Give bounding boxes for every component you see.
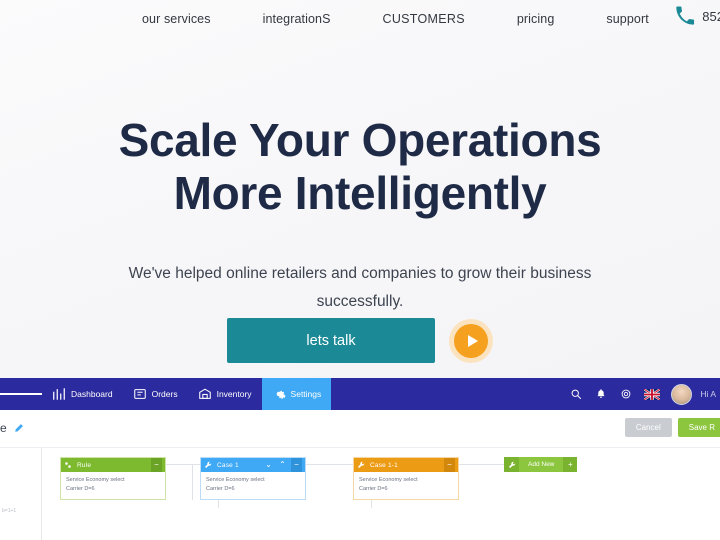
page-title: Scale Your Operations More Intelligently: [0, 114, 720, 220]
nav-item-integrations[interactable]: integrationS: [263, 12, 331, 26]
bar-chart-icon: [52, 387, 66, 401]
connector-case1-to-case11: [305, 464, 353, 465]
add-new-label: Add New: [528, 461, 555, 468]
flow-node-body: Service Economy select Carrier D=6: [201, 472, 305, 499]
flow-node-body-line1: Service Economy select: [359, 477, 418, 483]
hero-cta-row: lets talk: [0, 318, 720, 363]
nav-item-customers[interactable]: CUSTOMERS: [383, 12, 465, 26]
flow-node-case-1-1[interactable]: Case 1-1 − Service Economy select Carrie…: [353, 457, 459, 500]
flow-node-body-line2: Carrier D=6: [206, 486, 235, 492]
flow-node-title: Rule: [77, 461, 92, 469]
flow-node-body: Service Economy select Carrier D=6: [354, 472, 458, 499]
app-toolbar: Dashboard Orders Inventory Settings Hi A: [0, 378, 720, 410]
toolbar-label-dashboard: Dashboard: [71, 389, 113, 399]
avatar[interactable]: [671, 383, 693, 405]
nav-item-our-services[interactable]: our services: [142, 12, 211, 26]
flow-node-title: Case 1-1: [370, 461, 398, 469]
toolbar-item-settings[interactable]: Settings: [261, 378, 332, 410]
flow-node-header: Rule −: [61, 458, 165, 472]
add-new-button[interactable]: Add New +: [504, 457, 578, 472]
flow-node-body-line2: Carrier D=6: [359, 486, 388, 492]
rule-name-text: me: [0, 421, 7, 435]
play-video-button[interactable]: [449, 318, 493, 363]
hamburger-bar: [14, 393, 28, 395]
flow-node-title: Case 1: [217, 461, 239, 469]
page-root: our services integrationS CUSTOMERS pric…: [0, 0, 720, 540]
cancel-button[interactable]: Cancel: [624, 418, 672, 437]
hero-subtitle: We've helped online retailers and compan…: [128, 265, 592, 310]
toolbar-item-dashboard[interactable]: Dashboard: [42, 378, 123, 410]
rule-icon: [64, 461, 72, 469]
flow-node-case-1[interactable]: Case 1 ⌄ ⌃ − Service Economy select Carr…: [200, 457, 306, 500]
warehouse-icon: [198, 387, 212, 401]
lets-talk-button[interactable]: lets talk: [227, 318, 435, 363]
add-new-plus-icon[interactable]: +: [563, 457, 578, 472]
hero-title-line-1: Scale Your Operations: [118, 114, 602, 166]
connector-case11-to-addnew: [458, 464, 504, 465]
node-minus-button[interactable]: −: [291, 458, 302, 472]
toolbar-label-inventory: Inventory: [216, 389, 252, 399]
toolbar-label-orders: Orders: [151, 389, 178, 399]
site-top-navigation: our services integrationS CUSTOMERS pric…: [0, 0, 720, 37]
search-icon[interactable]: [569, 387, 583, 401]
hamburger-bar: [0, 393, 14, 395]
uk-flag-icon[interactable]: [644, 388, 661, 400]
flow-node-body-line1: Service Economy select: [206, 477, 265, 483]
rule-flow-canvas: b=1+1 Rule − Service Economy select Carr…: [0, 448, 720, 540]
hamburger-bar: [28, 393, 42, 395]
flow-node-body: Service Economy select Carrier D=6: [61, 472, 165, 499]
flow-node-header: Case 1 ⌄ ⌃ −: [201, 458, 305, 472]
canvas-divider: [41, 448, 42, 540]
toolbar-item-inventory[interactable]: Inventory: [188, 378, 262, 410]
subbar-actions: Cancel Save R: [624, 418, 720, 437]
gear-icon: [272, 387, 286, 401]
flow-node-body-line2: Carrier D=6: [66, 486, 95, 492]
save-rule-button[interactable]: Save R: [677, 418, 720, 437]
node-chevron-up-icon[interactable]: ⌃: [277, 458, 288, 472]
flow-node-body-line1: Service Economy select: [66, 477, 125, 483]
flow-node-header: Case 1-1 −: [354, 458, 458, 472]
hamburger-icon[interactable]: [0, 378, 42, 410]
connector-rule-to-case1: [166, 464, 200, 465]
phone-number: 852: [702, 8, 720, 24]
canvas-tiny-label: b=1+1: [2, 508, 17, 514]
nav-item-support[interactable]: support: [606, 12, 648, 26]
play-circle: [454, 323, 488, 358]
play-icon: [467, 334, 478, 347]
toolbar-item-orders[interactable]: Orders: [123, 378, 188, 410]
user-greeting: Hi A: [700, 389, 716, 399]
wrench-icon: [204, 461, 212, 469]
wrench-icon: [504, 457, 519, 472]
node-minus-button[interactable]: −: [444, 458, 455, 472]
toolbar-right-group: Hi A: [569, 378, 716, 410]
orders-icon: [133, 387, 147, 401]
header-phone[interactable]: 852: [675, 6, 720, 26]
hero-title-line-2: More Intelligently: [173, 167, 547, 219]
flow-node-rule[interactable]: Rule − Service Economy select Carrier D=…: [60, 457, 166, 500]
bell-icon[interactable]: [594, 387, 608, 401]
toolbar-label-settings: Settings: [290, 389, 322, 399]
hero-section: our services integrationS CUSTOMERS pric…: [0, 0, 720, 378]
app-sub-toolbar: me Cancel Save R: [0, 410, 720, 448]
wrench-icon: [357, 461, 365, 469]
phone-icon: [675, 6, 695, 26]
nav-item-pricing[interactable]: pricing: [517, 12, 555, 26]
app-screenshot-section: Dashboard Orders Inventory Settings Hi A…: [0, 378, 720, 540]
rule-name-field[interactable]: me: [0, 421, 24, 435]
gear-icon[interactable]: [619, 387, 633, 401]
node-chevron-down-icon[interactable]: ⌄: [263, 458, 274, 472]
node-minus-button[interactable]: −: [151, 458, 162, 472]
pencil-icon[interactable]: [13, 423, 24, 434]
connector-case1-vertical: [192, 464, 193, 500]
